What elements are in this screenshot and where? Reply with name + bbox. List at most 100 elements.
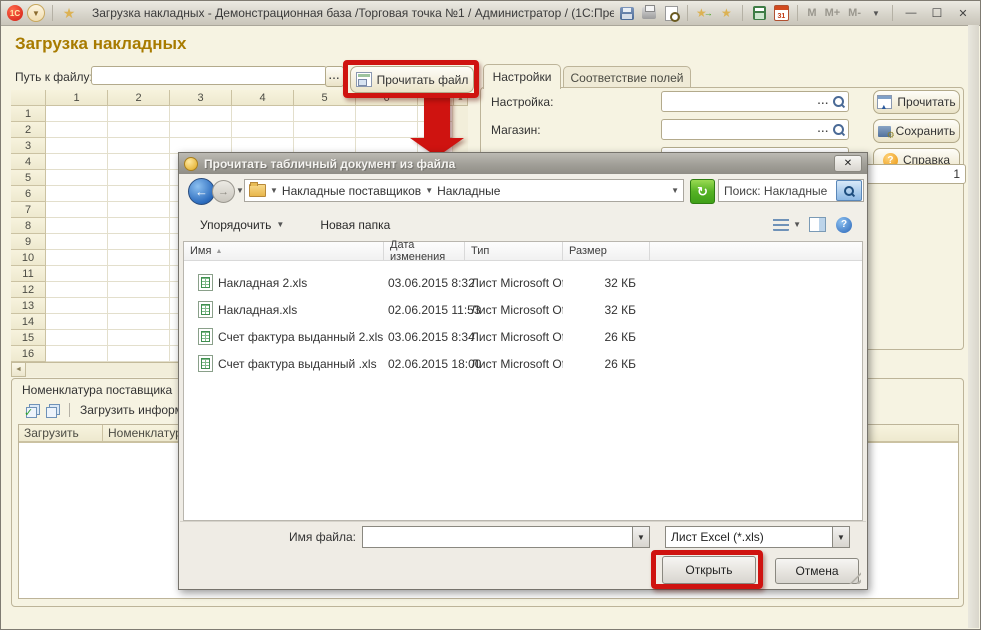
grid-cell[interactable] — [108, 234, 170, 250]
grid-row-header[interactable]: 9 — [11, 234, 46, 250]
search-go-button[interactable] — [836, 180, 862, 201]
grid-cell[interactable] — [46, 170, 108, 186]
setting-search-icon[interactable] — [833, 96, 844, 107]
close-button[interactable]: ✕ — [952, 5, 974, 21]
grid-column-header[interactable]: 1 — [46, 90, 108, 106]
file-row[interactable]: Счет фактура выданный .xls 02.06.2015 18… — [184, 350, 862, 377]
grid-cell[interactable] — [46, 346, 108, 362]
supplier-col-load[interactable]: Загрузить — [19, 425, 103, 442]
star-forward-icon[interactable]: ★→ — [695, 5, 713, 21]
grid-row-header[interactable]: 11 — [11, 266, 46, 282]
grid-cell[interactable] — [108, 170, 170, 186]
grid-cell[interactable] — [232, 122, 294, 138]
grid-row-header[interactable]: 7 — [11, 202, 46, 218]
grid-cell[interactable] — [46, 298, 108, 314]
memory-mminus-button[interactable]: M- — [846, 7, 863, 19]
grid-cell[interactable] — [46, 282, 108, 298]
print-icon[interactable] — [640, 5, 658, 21]
grid-row-header[interactable]: 8 — [11, 218, 46, 234]
file-row[interactable]: Накладная.xls 02.06.2015 11:53 Лист Micr… — [184, 296, 862, 323]
check-all-icon[interactable]: ✓ — [26, 404, 39, 417]
breadcrumb-chevron-icon[interactable]: ▼ — [425, 186, 433, 195]
grid-cell[interactable] — [108, 154, 170, 170]
grid-row-header[interactable]: 10 — [11, 250, 46, 266]
grid-column-header[interactable]: 4 — [232, 90, 294, 106]
file-path-browse-button[interactable]: ... — [325, 66, 344, 87]
grid-cell[interactable] — [108, 218, 170, 234]
nav-history-chevron-icon[interactable]: ▼ — [236, 186, 244, 195]
grid-cell[interactable] — [108, 314, 170, 330]
column-name[interactable]: Имя▲ — [184, 242, 384, 260]
grid-row-header[interactable]: 13 — [11, 298, 46, 314]
grid-row-header[interactable]: 12 — [11, 282, 46, 298]
refresh-button[interactable]: ↻ — [690, 179, 715, 204]
column-size[interactable]: Размер — [563, 242, 650, 260]
favorites-star-icon[interactable]: ★ — [60, 5, 78, 21]
organize-button[interactable]: Упорядочить▼ — [196, 216, 288, 234]
read-file-button[interactable]: Прочитать файл — [350, 66, 474, 93]
star-add-icon[interactable]: ★ — [717, 5, 735, 21]
grid-row-header[interactable]: 1 — [11, 106, 46, 122]
search-input[interactable]: Поиск: Накладные — [719, 184, 836, 198]
grid-cell[interactable] — [46, 234, 108, 250]
grid-corner-cell[interactable] — [11, 90, 46, 106]
grid-cell[interactable] — [108, 250, 170, 266]
grid-cell[interactable] — [46, 122, 108, 138]
print-preview-icon[interactable] — [662, 5, 680, 21]
form-vscrollbar[interactable] — [968, 25, 979, 628]
grid-cell[interactable] — [46, 202, 108, 218]
toolbar-overflow-chevron-icon[interactable]: ▼ — [867, 5, 885, 21]
search-box[interactable]: Поиск: Накладные — [718, 179, 864, 202]
tab-field-mapping[interactable]: Соответствие полей — [563, 66, 691, 89]
grid-row-header[interactable]: 6 — [11, 186, 46, 202]
memory-mplus-button[interactable]: M+ — [823, 7, 843, 19]
save-icon[interactable] — [618, 5, 636, 21]
uncheck-all-icon[interactable] — [46, 404, 59, 417]
back-button[interactable]: ← — [188, 178, 215, 205]
breadcrumb-item[interactable]: Накладные — [437, 184, 500, 198]
grid-row-header[interactable]: 16 — [11, 346, 46, 362]
grid-cell[interactable] — [108, 346, 170, 362]
breadcrumb-item[interactable]: Накладные поставщиков — [282, 184, 421, 198]
maximize-button[interactable]: ☐ — [926, 5, 948, 21]
cancel-button[interactable]: Отмена — [775, 558, 859, 584]
column-date[interactable]: Дата изменения — [384, 242, 465, 260]
save-settings-button[interactable]: Сохранить — [873, 119, 960, 143]
shop-input[interactable]: ... — [661, 119, 849, 140]
breadcrumb-chevron-icon[interactable]: ▼ — [270, 186, 278, 195]
grid-cell[interactable] — [108, 122, 170, 138]
grid-cell[interactable] — [356, 106, 418, 122]
grid-cell[interactable] — [46, 154, 108, 170]
column-type[interactable]: Тип — [465, 242, 563, 260]
grid-cell[interactable] — [108, 266, 170, 282]
grid-cell[interactable] — [294, 106, 356, 122]
grid-row-header[interactable]: 14 — [11, 314, 46, 330]
grid-cell[interactable] — [294, 122, 356, 138]
grid-cell[interactable] — [108, 330, 170, 346]
shop-search-icon[interactable] — [833, 124, 844, 135]
grid-cell[interactable] — [46, 266, 108, 282]
memory-m-button[interactable]: M — [805, 7, 818, 19]
grid-scroll-left-button[interactable]: ◄ — [11, 362, 26, 377]
file-row[interactable]: Накладная 2.xls 03.06.2015 8:32 Лист Mic… — [184, 269, 862, 296]
setting-browse[interactable]: ... — [818, 96, 829, 107]
dialog-help-icon[interactable]: ? — [836, 217, 852, 233]
views-icon[interactable] — [773, 218, 789, 231]
tab-settings[interactable]: Настройки — [483, 64, 561, 89]
grid-cell[interactable] — [46, 330, 108, 346]
grid-cell[interactable] — [108, 106, 170, 122]
filename-dropdown-icon[interactable]: ▼ — [632, 527, 649, 547]
filetype-dropdown-icon[interactable]: ▼ — [832, 527, 849, 547]
forward-button[interactable]: → — [212, 180, 235, 203]
preview-pane-icon[interactable] — [809, 217, 826, 232]
file-row[interactable]: Счет фактура выданный 2.xls 03.06.2015 8… — [184, 323, 862, 350]
grid-cell[interactable] — [108, 202, 170, 218]
calendar-icon[interactable]: 31 — [772, 5, 790, 21]
new-folder-button[interactable]: Новая папка — [316, 216, 394, 234]
read-button[interactable]: Прочитать — [873, 90, 960, 114]
breadcrumb[interactable]: ▼ Накладные поставщиков ▼ Накладные ▼ — [244, 179, 684, 202]
grid-cell[interactable] — [46, 314, 108, 330]
file-path-input[interactable] — [91, 66, 327, 85]
grid-cell[interactable] — [46, 138, 108, 154]
shop-browse[interactable]: ... — [818, 124, 829, 135]
